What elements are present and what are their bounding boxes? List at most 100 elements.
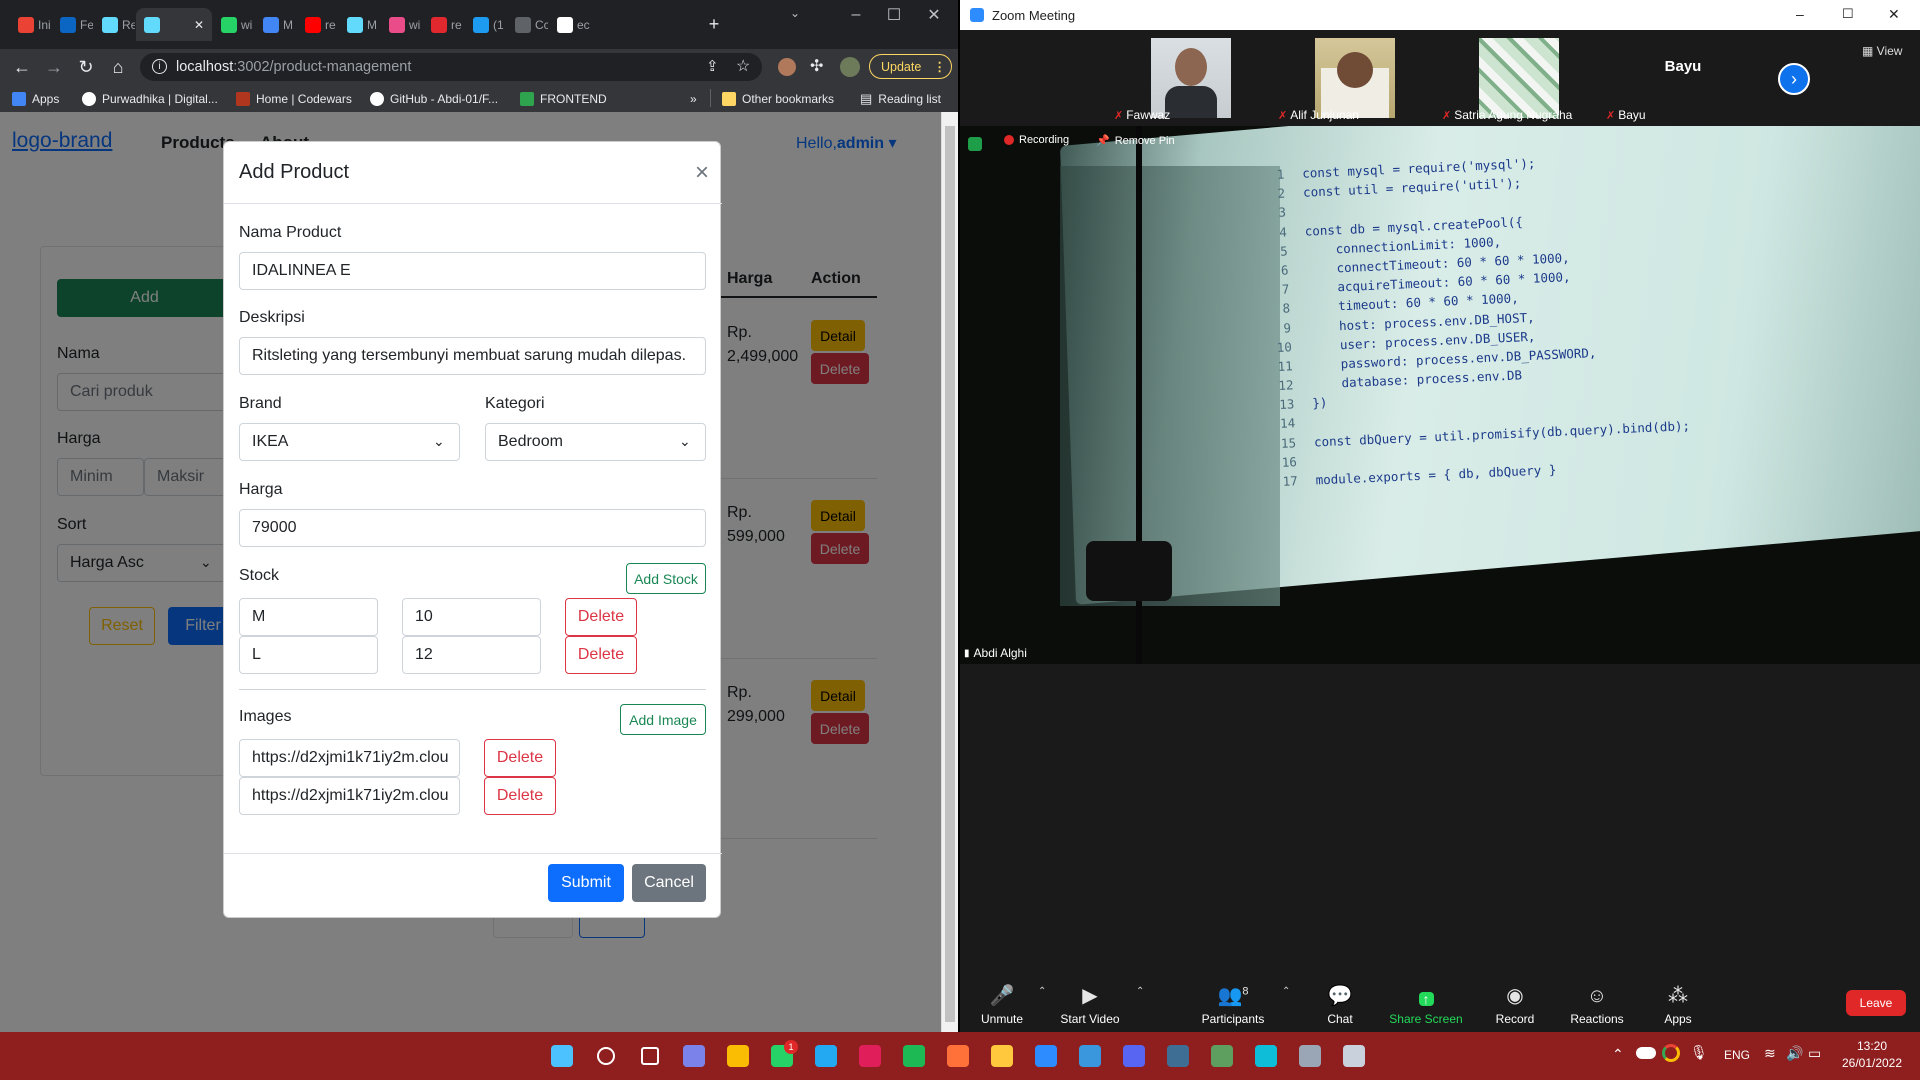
maximize-icon[interactable]: ☐	[872, 0, 916, 30]
firefox-icon[interactable]	[942, 1040, 974, 1072]
participant-tile[interactable]: Bayu ✗ Bayu	[1602, 38, 1764, 124]
close-window-icon[interactable]: ✕	[1888, 6, 1900, 23]
stock-size-input[interactable]: L	[239, 636, 378, 674]
close-window-icon[interactable]: ✕	[912, 0, 956, 30]
vscode-icon[interactable]	[810, 1040, 842, 1072]
other-bookmarks[interactable]: Other bookmarks	[722, 89, 834, 109]
chrome-tray-icon[interactable]	[1662, 1044, 1680, 1062]
chevron-up-icon[interactable]: ⌃	[1282, 986, 1290, 997]
browser-tab[interactable]: Fe	[52, 8, 93, 41]
stock-qty-input[interactable]: 12	[402, 636, 541, 674]
wifi-icon[interactable]: ≋	[1764, 1045, 1776, 1062]
home-icon[interactable]: ⌂	[106, 55, 130, 79]
volume-icon[interactable]: 🔊	[1786, 1045, 1803, 1062]
new-tab-icon[interactable]: +	[702, 12, 726, 36]
share-screen-button[interactable]: ↑ Share Screen	[1386, 976, 1466, 1026]
browser-tab[interactable]: Ini	[10, 8, 51, 41]
battery-icon[interactable]: ▭	[1808, 1045, 1821, 1062]
bookmark-item[interactable]: FRONTEND	[520, 89, 607, 109]
tab-search-icon[interactable]: ⌄	[790, 6, 800, 20]
minimize-icon[interactable]: –	[1796, 6, 1804, 22]
mysql-workbench-icon[interactable]	[1162, 1040, 1194, 1072]
view-button[interactable]: ▦ View	[1862, 44, 1902, 58]
next-participants-icon[interactable]: ›	[1778, 63, 1810, 95]
delete-stock-button[interactable]: Delete	[565, 598, 637, 636]
delete-stock-button[interactable]: Delete	[565, 636, 637, 674]
delete-image-button[interactable]: Delete	[484, 777, 556, 815]
bookmark-star-icon[interactable]: ☆	[736, 56, 750, 76]
bookmark-item[interactable]: Purwadhika | Digital...	[82, 89, 218, 109]
add-stock-button[interactable]: Add Stock	[626, 563, 706, 594]
stock-size-input[interactable]: M	[239, 598, 378, 636]
reload-icon[interactable]: ↻	[74, 55, 98, 79]
delete-image-button[interactable]: Delete	[484, 739, 556, 777]
edge-icon[interactable]	[1250, 1040, 1282, 1072]
zoom-icon[interactable]	[1030, 1040, 1062, 1072]
extension-icon[interactable]	[778, 58, 796, 76]
bookmark-item[interactable]: GitHub - Abdi-01/F...	[370, 89, 498, 109]
browser-tab[interactable]: M	[339, 8, 380, 41]
image-url-input[interactable]: https://d2xjmi1k71iy2m.clou	[239, 739, 460, 777]
browser-tab[interactable]: Cc	[507, 8, 548, 41]
scrollbar-thumb[interactable]	[945, 126, 955, 1022]
file-explorer-icon[interactable]	[986, 1040, 1018, 1072]
language-indicator[interactable]: ENG	[1724, 1048, 1750, 1062]
cancel-button[interactable]: Cancel	[632, 864, 706, 902]
search-icon[interactable]	[590, 1040, 622, 1072]
bookmark-item[interactable]: Home | Codewars	[236, 89, 352, 109]
kategori-select[interactable]: Bedroom ⌄	[485, 423, 706, 461]
chrome-icon[interactable]	[722, 1040, 754, 1072]
image-url-input[interactable]: https://d2xjmi1k71iy2m.clou	[239, 777, 460, 815]
page-scrollbar[interactable]	[941, 112, 958, 1032]
calculator-icon[interactable]	[1338, 1040, 1370, 1072]
show-hidden-icons[interactable]: ⌃	[1612, 1046, 1624, 1063]
slack-icon[interactable]	[854, 1040, 886, 1072]
browser-tab[interactable]: re	[423, 8, 464, 41]
brand-select[interactable]: IKEA ⌄	[239, 423, 460, 461]
unmute-button[interactable]: 🎤 Unmute	[962, 976, 1042, 1026]
add-image-button[interactable]: Add Image	[620, 704, 706, 735]
close-icon[interactable]: ×	[689, 159, 715, 186]
windows-start-icon[interactable]	[546, 1040, 578, 1072]
profile-avatar[interactable]	[840, 57, 860, 77]
close-tab-icon[interactable]: ✕	[194, 18, 204, 32]
whatsapp-icon[interactable]: 1	[766, 1040, 798, 1072]
settings-icon[interactable]	[1294, 1040, 1326, 1072]
submit-button[interactable]: Submit	[548, 864, 624, 902]
notepad-icon[interactable]	[1074, 1040, 1106, 1072]
harga-input[interactable]: 79000	[239, 509, 706, 547]
start-video-button[interactable]: ▶ Start Video	[1050, 976, 1130, 1026]
forward-icon[interactable]: →	[42, 55, 66, 79]
browser-tab[interactable]: wi	[381, 8, 422, 41]
browser-tab[interactable]: re	[297, 8, 338, 41]
bookmarks-more-icon[interactable]: »	[690, 89, 697, 109]
stock-qty-input[interactable]: 10	[402, 598, 541, 636]
spotify-icon[interactable]	[898, 1040, 930, 1072]
microphone-icon[interactable]: 🎙	[1690, 1044, 1708, 1061]
back-icon[interactable]: ←	[10, 55, 34, 79]
browser-tab[interactable]: ec	[549, 8, 590, 41]
bookmark-item[interactable]: Apps	[12, 89, 59, 109]
chevron-up-icon[interactable]: ⌃	[1136, 986, 1144, 997]
system-clock[interactable]: 13:20 26/01/2022	[1832, 1038, 1912, 1072]
reading-list[interactable]: ▤ Reading list	[860, 89, 941, 109]
remove-pin-button[interactable]: 📌 Remove Pin	[1096, 134, 1175, 148]
participant-tile[interactable]: ✗ Alif Junjunan	[1274, 38, 1436, 124]
chevron-up-icon[interactable]: ⌃	[1038, 986, 1046, 997]
browser-tab[interactable]: (1	[465, 8, 506, 41]
discord-icon[interactable]	[1118, 1040, 1150, 1072]
recording-indicator[interactable]: Recording	[1004, 134, 1069, 146]
participants-button[interactable]: 👥8 Participants	[1193, 976, 1273, 1026]
browser-tab[interactable]: M	[255, 8, 296, 41]
reactions-button[interactable]: ☺ Reactions	[1557, 976, 1637, 1026]
browser-tab[interactable]: ✕	[136, 8, 212, 41]
chat-button[interactable]: 💬 Chat	[1300, 976, 1380, 1026]
participant-tile[interactable]: ✗ Fawwaz	[1110, 38, 1272, 124]
share-icon[interactable]: ⇪	[706, 57, 719, 75]
browser-tab[interactable]: wi	[213, 8, 254, 41]
chrome-dev-icon[interactable]	[1206, 1040, 1238, 1072]
address-bar[interactable]: i localhost:3002/product-management ⇪ ☆	[140, 53, 762, 81]
browser-tab[interactable]: Re	[94, 8, 135, 41]
record-button[interactable]: ◉ Record	[1475, 976, 1555, 1026]
nama-product-input[interactable]: IDALINNEA E	[239, 252, 706, 290]
